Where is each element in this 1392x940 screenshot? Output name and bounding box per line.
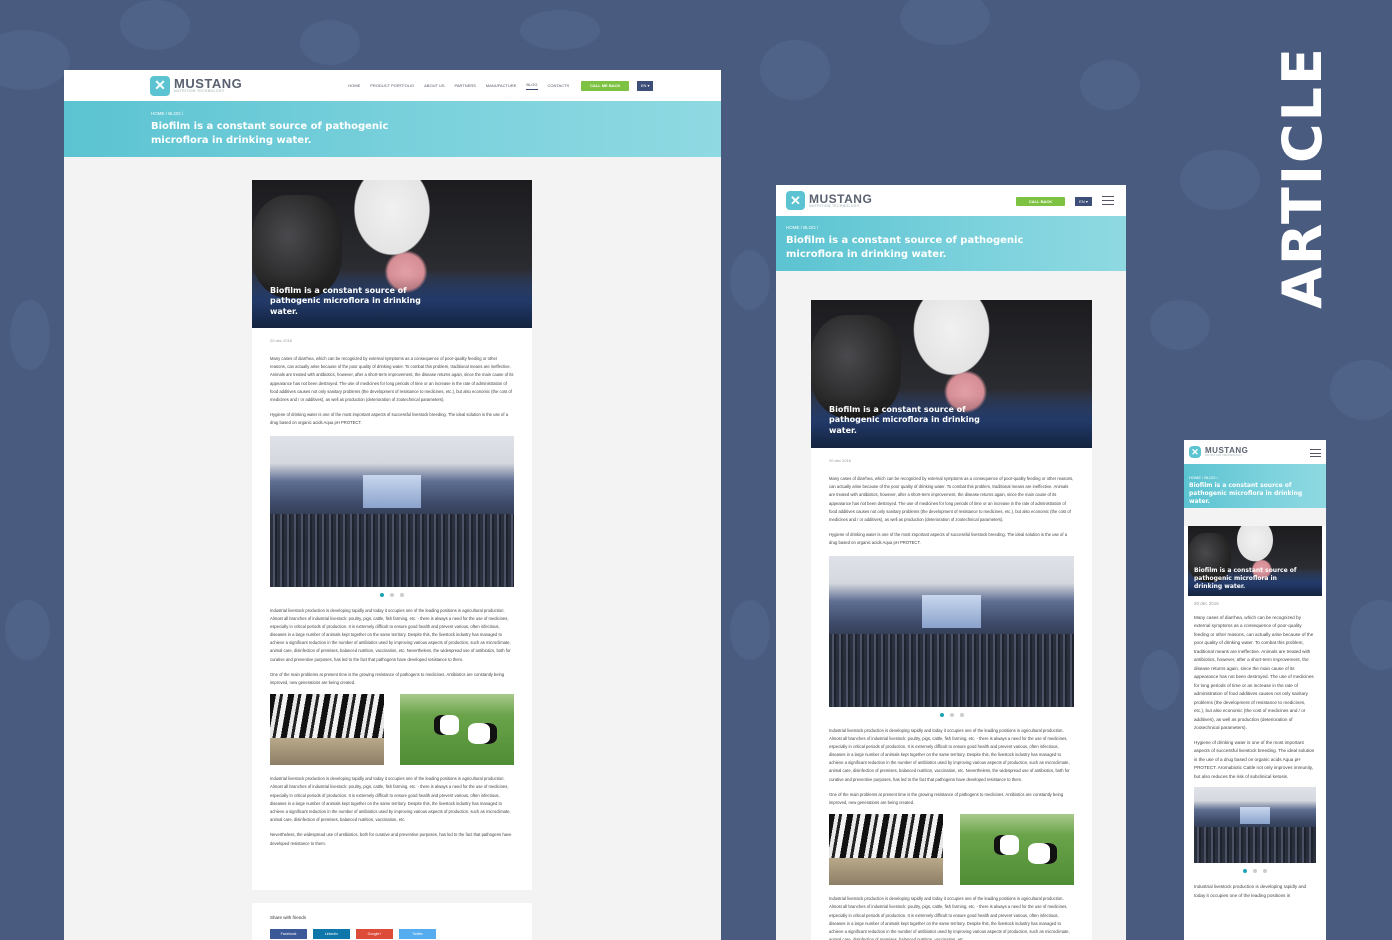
logo[interactable]: ✕ MUSTANG NUTRITION TECHNOLOGY <box>1189 446 1248 458</box>
cover-image: Biofilm is a constant source of pathogen… <box>811 300 1092 448</box>
logo-cross-icon: ✕ <box>1189 446 1201 458</box>
brand-tagline: NUTRITION TECHNOLOGY <box>1205 453 1243 457</box>
language-selector[interactable]: EN ▾ <box>637 80 654 91</box>
page-header: HOME / BLOG / Biofilm is a constant sour… <box>776 216 1126 271</box>
article-date: 20 dec 2016 <box>1194 601 1219 606</box>
nav-item-blog[interactable]: BLOG <box>526 82 538 90</box>
breadcrumb[interactable]: HOME / BLOG / <box>786 225 1126 230</box>
nav-item-about-us[interactable]: ABOUT US <box>424 83 444 88</box>
article-date: 20 dec 2016 <box>270 338 293 343</box>
article-paragraph: Hygiene of drinking water is one of the … <box>1194 739 1315 779</box>
share-twitter-button[interactable]: Twitter <box>399 929 436 939</box>
share-linkedin-button[interactable]: LinkedIn <box>313 929 350 939</box>
carousel-dot[interactable] <box>390 592 394 597</box>
cover-image: Biofilm is a constant source of pathogen… <box>252 180 532 328</box>
article-card: Biofilm is a constant source of pathogen… <box>1184 526 1326 940</box>
carousel-dot-active[interactable] <box>939 712 944 717</box>
image-pair <box>829 814 1074 886</box>
nav-item-partners[interactable]: PARTNERS <box>455 83 476 88</box>
desktop-mockup: ✕ MUSTANG NUTRITION TECHNOLOGY HOME PROD… <box>64 70 721 940</box>
carousel-dots <box>1194 869 1316 874</box>
article-paragraph: Industrial livestock production is devel… <box>270 776 511 823</box>
page-title: Biofilm is a constant source of pathogen… <box>786 235 1024 260</box>
language-selector[interactable]: EN ▾ <box>1075 197 1092 206</box>
logo[interactable]: ✕ MUSTANG NUTRITION TECHNOLOGY <box>786 191 872 210</box>
share-facebook-button[interactable]: Facebook <box>270 929 307 939</box>
image-pair <box>270 694 514 766</box>
logo-cross-icon: ✕ <box>786 191 805 210</box>
article-paragraph: One of the main problems at present time… <box>270 671 505 685</box>
brand-name: MUSTANG <box>809 191 873 206</box>
breadcrumb[interactable]: HOME / BLOG / <box>151 111 721 116</box>
article-paragraph: Industrial livestock production is devel… <box>270 607 511 662</box>
cover-image: Biofilm is a constant source of pathogen… <box>1188 526 1322 596</box>
nav-item-contacts[interactable]: CONTACTS <box>548 83 570 88</box>
cover-caption: Biofilm is a constant source of pathogen… <box>270 285 421 317</box>
cows-barn-photo <box>270 694 384 766</box>
mobile-mockup: ✕ MUSTANG NUTRITION TECHNOLOGY HOME / BL… <box>1184 440 1326 940</box>
tablet-mockup: ✕ MUSTANG NUTRITION TECHNOLOGY CALL BACK… <box>776 185 1126 940</box>
page-header: HOME / BLOG / Biofilm is a constant sour… <box>1184 464 1326 508</box>
nav-item-manufacture[interactable]: MANUFACTURE <box>486 83 516 88</box>
top-navbar: ✕ MUSTANG NUTRITION TECHNOLOGY HOME PROD… <box>64 70 721 101</box>
logo[interactable]: ✕ MUSTANG NUTRITION TECHNOLOGY <box>150 75 242 96</box>
call-back-button[interactable]: CALL BACK <box>1016 197 1065 206</box>
share-card: Share with friends Facebook LinkedIn Goo… <box>252 903 532 940</box>
article-card: Biofilm is a constant source of pathogen… <box>252 180 532 890</box>
cover-caption: Biofilm is a constant source of pathogen… <box>829 404 980 436</box>
main-menu: HOME PRODUCT PORTFOLIO ABOUT US PARTNERS… <box>348 82 569 90</box>
article-paragraph: Industrial livestock production is devel… <box>1194 884 1307 898</box>
carousel-dot[interactable] <box>1253 869 1257 874</box>
carousel-dot[interactable] <box>949 712 954 717</box>
article-paragraph: Hygiene of drinking water is one of the … <box>829 532 1068 546</box>
article-paragraph: One of the main problems at present time… <box>829 791 1064 805</box>
cover-caption: Biofilm is a constant source of pathogen… <box>1194 566 1297 590</box>
conference-photo <box>1194 787 1316 864</box>
logo-cross-icon: ✕ <box>150 75 170 96</box>
conference-photo <box>270 435 514 587</box>
article-paragraph: Many cases of diarrhea, which can be rec… <box>270 356 514 402</box>
article-paragraph: Nevertheless, the widespread use of anti… <box>270 832 512 846</box>
top-navbar: ✕ MUSTANG NUTRITION TECHNOLOGY <box>1184 440 1326 464</box>
page-header: HOME / BLOG / Biofilm is a constant sour… <box>64 101 721 157</box>
article-paragraph: Many cases of diarrhea, which can be rec… <box>829 476 1074 522</box>
nav-item-home[interactable]: HOME <box>348 83 360 88</box>
share-googleplus-button[interactable]: Google+ <box>356 929 393 939</box>
breadcrumb[interactable]: HOME / BLOG / <box>1189 475 1326 480</box>
page-title: Biofilm is a constant source of pathogen… <box>1189 482 1303 506</box>
article-paragraph: Hygiene of drinking water is one of the … <box>270 412 509 426</box>
page-title: Biofilm is a constant source of pathogen… <box>151 121 389 146</box>
article-paragraph: Many cases of diarrhea, which can be rec… <box>1194 615 1314 731</box>
call-me-back-button[interactable]: CALL ME BACK <box>581 80 630 91</box>
cows-field-photo <box>960 814 1074 886</box>
share-title: Share with friends <box>270 915 307 920</box>
carousel-dot[interactable] <box>1263 869 1267 874</box>
cows-barn-photo <box>829 814 943 886</box>
hamburger-menu-icon[interactable] <box>1310 449 1321 457</box>
article-paragraph: Industrial livestock production is devel… <box>829 727 1070 782</box>
carousel-dot[interactable] <box>959 712 964 717</box>
carousel-dots <box>829 712 1074 717</box>
carousel-dot[interactable] <box>400 592 404 597</box>
section-title: ARTICLE <box>1270 46 1334 309</box>
nav-item-product-portfolio[interactable]: PRODUCT PORTFOLIO <box>370 83 414 88</box>
cows-field-photo <box>400 694 514 766</box>
article-card: Biofilm is a constant source of pathogen… <box>811 300 1092 940</box>
top-navbar: ✕ MUSTANG NUTRITION TECHNOLOGY CALL BACK… <box>776 185 1126 216</box>
carousel-dots <box>270 592 514 597</box>
carousel-dot-active[interactable] <box>380 592 384 597</box>
conference-photo <box>829 555 1074 707</box>
carousel-dot-active[interactable] <box>1243 869 1247 874</box>
hamburger-menu-icon[interactable] <box>1102 196 1114 205</box>
article-paragraph: Industrial livestock production is devel… <box>829 896 1070 940</box>
article-date: 20 dec 2016 <box>829 458 852 463</box>
